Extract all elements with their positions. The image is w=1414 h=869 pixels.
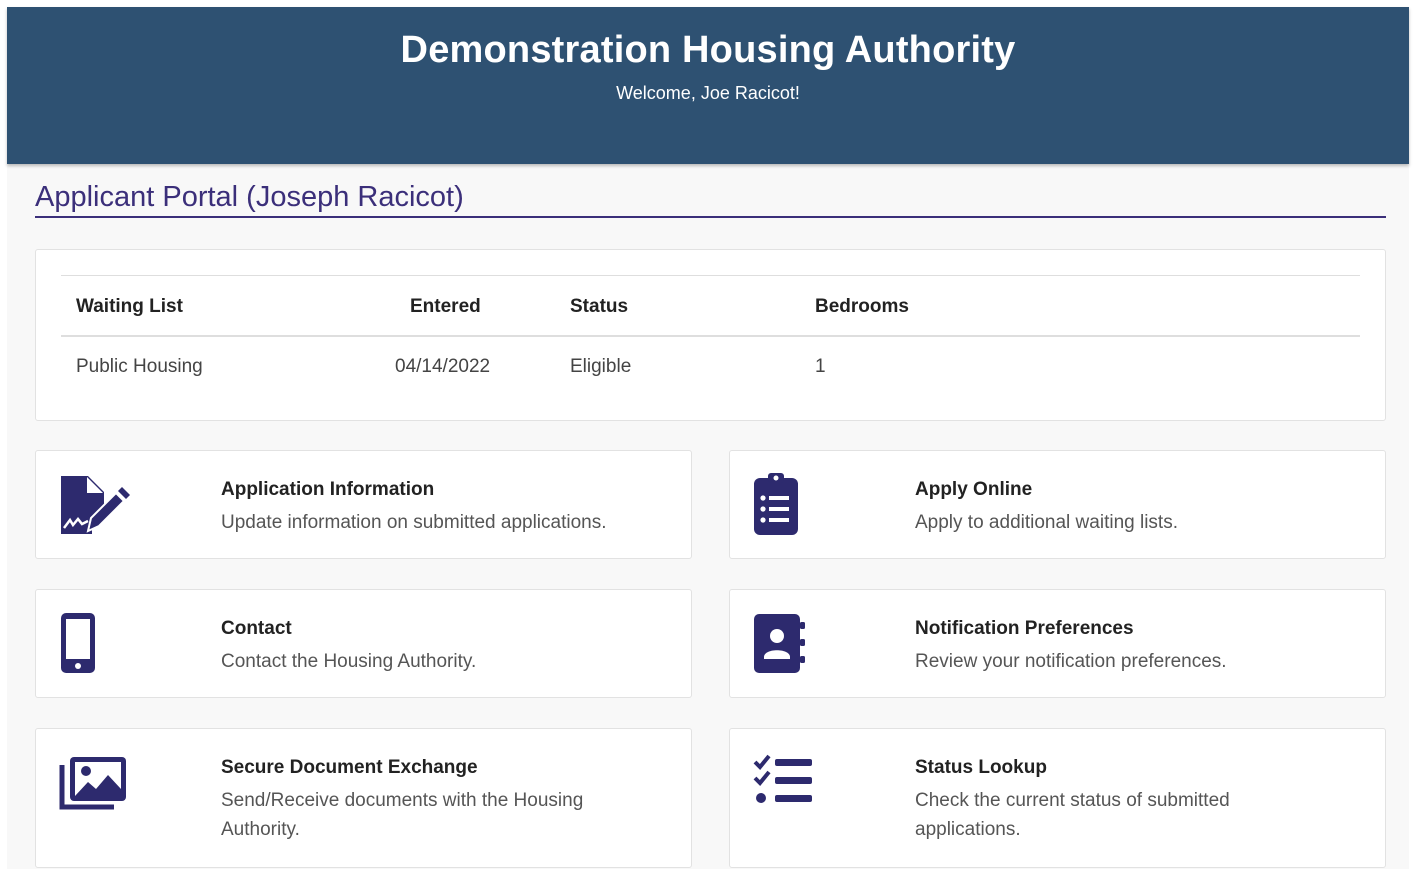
site-header: Demonstration Housing Authority Welcome,… (7, 7, 1409, 164)
cell-status: Eligible (570, 356, 632, 377)
page-title: Applicant Portal (Joseph Racicot) (35, 181, 464, 213)
tile-secure-document-exchange[interactable]: Secure Document Exchange Send/Receive do… (35, 728, 692, 868)
welcome-message: Welcome, Joe Racicot! (616, 83, 800, 103)
tile-description: Send/Receive documents with the Housing … (221, 790, 584, 840)
tile-description: Contact the Housing Authority. (221, 651, 477, 672)
cell-bedrooms: 1 (815, 356, 826, 377)
column-header-entered: Entered (410, 296, 481, 317)
tile-title: Application Information (221, 479, 435, 500)
tile-title: Apply Online (915, 479, 1033, 500)
column-header-bedrooms: Bedrooms (815, 296, 909, 317)
images-icon (59, 757, 126, 810)
tile-title: Secure Document Exchange (221, 757, 478, 778)
file-signature-icon (61, 476, 130, 534)
tile-application-information[interactable]: Application Information Update informati… (35, 450, 692, 559)
cell-waiting-list: Public Housing (76, 356, 203, 377)
tile-title: Notification Preferences (915, 618, 1134, 639)
site-title: Demonstration Housing Authority (400, 29, 1016, 71)
clipboard-list-icon (754, 473, 798, 535)
page-frame: Demonstration Housing Authority Welcome,… (7, 7, 1409, 869)
tile-description: Review your notification preferences. (915, 651, 1227, 672)
title-underline (35, 216, 1386, 218)
cell-entered: 04/14/2022 (395, 356, 491, 377)
mobile-phone-icon (61, 613, 95, 673)
tile-title: Status Lookup (915, 757, 1047, 778)
header-rule (61, 335, 1360, 337)
tile-description: Check the current status of submitted ap… (915, 790, 1230, 840)
waiting-list-table: Waiting List Entered Status Bedrooms Pub… (35, 249, 1386, 421)
tile-description: Update information on submitted applicat… (221, 512, 607, 533)
tile-description: Apply to additional waiting lists. (915, 512, 1178, 533)
address-book-icon (754, 614, 805, 673)
tile-contact[interactable]: Contact Contact the Housing Authority. (35, 589, 692, 698)
tile-title: Contact (221, 618, 292, 639)
column-header-status: Status (570, 296, 629, 317)
tile-apply-online[interactable]: Apply Online Apply to additional waiting… (729, 450, 1386, 559)
tasks-list-icon (753, 754, 812, 803)
table-top-rule (61, 275, 1360, 276)
tile-notification-preferences[interactable]: Notification Preferences Review your not… (729, 589, 1386, 698)
column-header-waiting-list: Waiting List (76, 296, 183, 317)
tile-status-lookup[interactable]: Status Lookup Check the current status o… (729, 728, 1386, 868)
